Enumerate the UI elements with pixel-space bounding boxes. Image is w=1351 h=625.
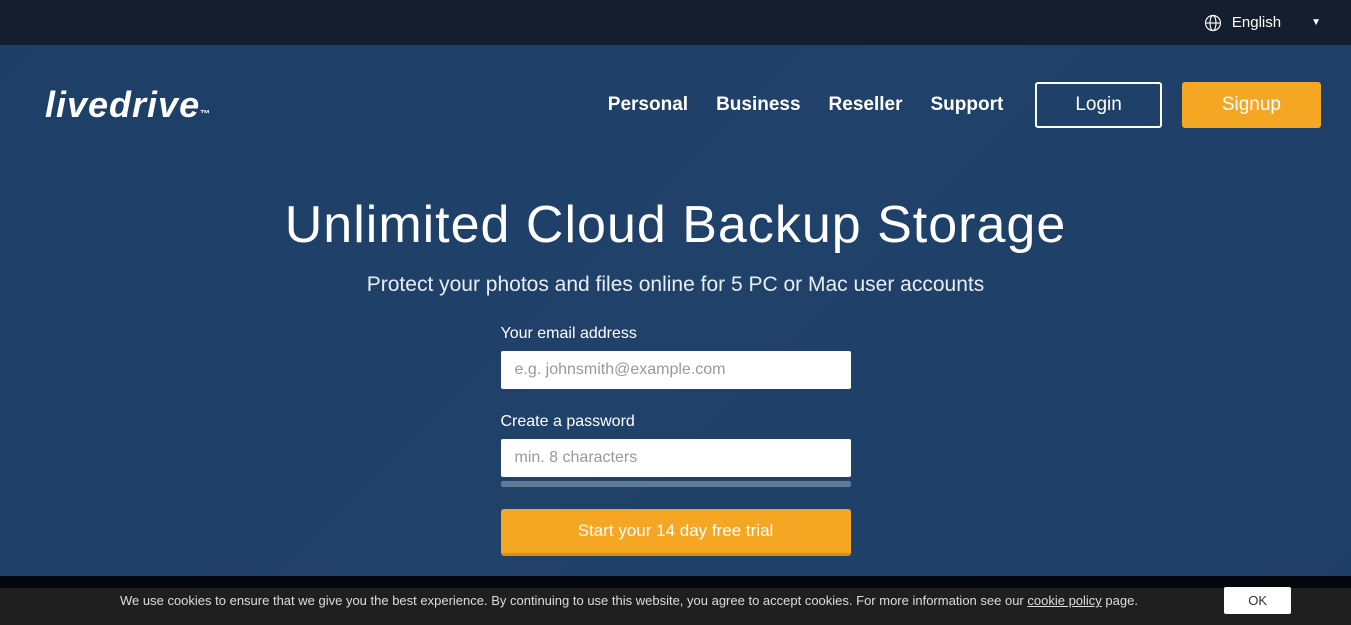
language-label: English [1232,14,1281,31]
nav-personal[interactable]: Personal [608,94,688,116]
cookie-text: We use cookies to ensure that we give yo… [120,593,1194,608]
start-trial-button[interactable]: Start your 14 day free trial [501,509,851,556]
top-bar: English ▼ [0,0,1351,45]
hero-subtitle: Protect your photos and files online for… [0,273,1351,297]
signup-form: Your email address Create a password Sta… [501,325,851,556]
cookie-text-after: page. [1102,593,1138,608]
nav-support[interactable]: Support [931,94,1004,116]
logo-tm: ™ [200,109,211,120]
password-strength-meter [501,481,851,487]
password-label: Create a password [501,413,851,431]
email-input[interactable] [501,351,851,389]
signup-button[interactable]: Signup [1182,82,1321,128]
nav-links: Personal Business Reseller Support [608,94,1004,116]
language-selector[interactable]: English ▼ [1204,14,1321,32]
chevron-down-icon: ▼ [1311,17,1321,28]
logo[interactable]: livedrive™ [45,84,211,126]
password-input[interactable] [501,439,851,477]
email-label: Your email address [501,325,851,343]
logo-text: livedrive [45,84,200,125]
nav-business[interactable]: Business [716,94,800,116]
cookie-ok-button[interactable]: OK [1224,587,1291,614]
nav-buttons: Login Signup [1035,82,1321,128]
hero-section: livedrive™ Personal Business Reseller Su… [0,45,1351,588]
nav-reseller[interactable]: Reseller [829,94,903,116]
cookie-banner: We use cookies to ensure that we give yo… [0,576,1351,625]
cookie-policy-link[interactable]: cookie policy [1027,593,1101,608]
hero-title: Unlimited Cloud Backup Storage [0,195,1351,255]
login-button[interactable]: Login [1035,82,1162,128]
hero-content: Unlimited Cloud Backup Storage Protect y… [0,145,1351,556]
main-nav: livedrive™ Personal Business Reseller Su… [0,45,1351,145]
cookie-text-before: We use cookies to ensure that we give yo… [120,593,1027,608]
globe-icon [1204,14,1222,32]
